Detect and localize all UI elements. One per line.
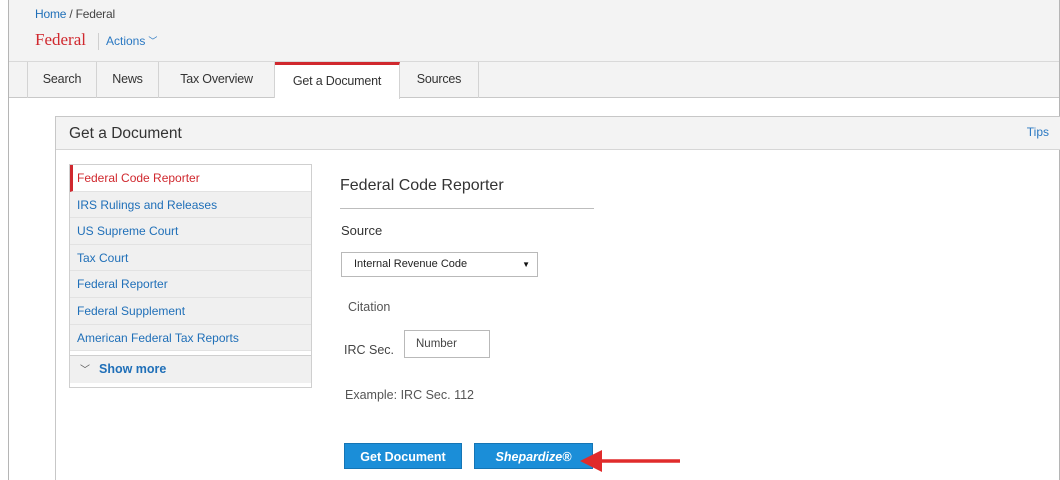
source-list: Federal Code Reporter IRS Rulings and Re… bbox=[70, 165, 311, 352]
actions-menu[interactable]: Actions ﹀ bbox=[98, 33, 157, 50]
tab-tax-overview[interactable]: Tax Overview bbox=[159, 62, 275, 98]
irc-number-input[interactable]: Number bbox=[404, 330, 490, 358]
show-more-button[interactable]: ﹀ Show more bbox=[70, 355, 311, 383]
breadcrumb: Home / Federal bbox=[35, 7, 115, 21]
source-select-value: Internal Revenue Code bbox=[354, 258, 468, 270]
sidebar-item-american-federal-tax-reports[interactable]: American Federal Tax Reports bbox=[70, 325, 311, 352]
tab-news[interactable]: News bbox=[97, 62, 159, 98]
arrow-left-icon bbox=[580, 450, 680, 472]
chevron-down-icon: ﹀ bbox=[80, 365, 90, 376]
get-document-panel: Get a Document Tips Federal Code Reporte… bbox=[55, 116, 1060, 480]
irc-sec-label: IRC Sec. bbox=[344, 343, 395, 357]
citation-example: Example: IRC Sec. 112 bbox=[345, 388, 474, 402]
breadcrumb-home-link[interactable]: Home bbox=[35, 7, 66, 21]
form-divider bbox=[340, 208, 594, 209]
app-window: Home / Federal Federal Actions ﹀ Search N… bbox=[8, 0, 1060, 480]
tab-search[interactable]: Search bbox=[27, 62, 97, 98]
tab-bar: Search News Tax Overview Get a Document … bbox=[9, 61, 1059, 99]
show-more-label: Show more bbox=[99, 362, 167, 376]
caret-down-icon: ▼ bbox=[522, 260, 530, 269]
panel-header: Get a Document Tips bbox=[56, 117, 1060, 150]
page-title: Federal bbox=[35, 30, 86, 49]
source-select[interactable]: Internal Revenue Code ▼ bbox=[341, 252, 538, 277]
source-label: Source bbox=[341, 223, 383, 238]
actions-label: Actions bbox=[106, 34, 146, 48]
sidebar-item-us-supreme-court[interactable]: US Supreme Court bbox=[70, 218, 311, 245]
sidebar-item-tax-court[interactable]: Tax Court bbox=[70, 245, 311, 272]
top-bar: Home / Federal Federal Actions ﹀ bbox=[9, 0, 1059, 61]
citation-label: Citation bbox=[348, 300, 391, 314]
form-title: Federal Code Reporter bbox=[340, 177, 504, 194]
sidebar-item-irs-rulings[interactable]: IRS Rulings and Releases bbox=[70, 192, 311, 219]
breadcrumb-separator: / bbox=[66, 7, 76, 21]
tips-link[interactable]: Tips bbox=[1027, 125, 1049, 139]
tab-get-a-document[interactable]: Get a Document bbox=[275, 62, 400, 99]
tab-sources[interactable]: Sources bbox=[400, 62, 479, 98]
sidebar-item-federal-reporter[interactable]: Federal Reporter bbox=[70, 271, 311, 298]
panel-title: Get a Document bbox=[69, 125, 182, 142]
source-sidebar: Federal Code Reporter IRS Rulings and Re… bbox=[69, 164, 312, 388]
sidebar-item-federal-code-reporter[interactable]: Federal Code Reporter bbox=[70, 165, 311, 192]
get-document-button[interactable]: Get Document bbox=[344, 443, 462, 469]
chevron-down-icon: ﹀ bbox=[148, 36, 158, 46]
sidebar-item-federal-supplement[interactable]: Federal Supplement bbox=[70, 298, 311, 325]
breadcrumb-current: Federal bbox=[75, 7, 115, 21]
